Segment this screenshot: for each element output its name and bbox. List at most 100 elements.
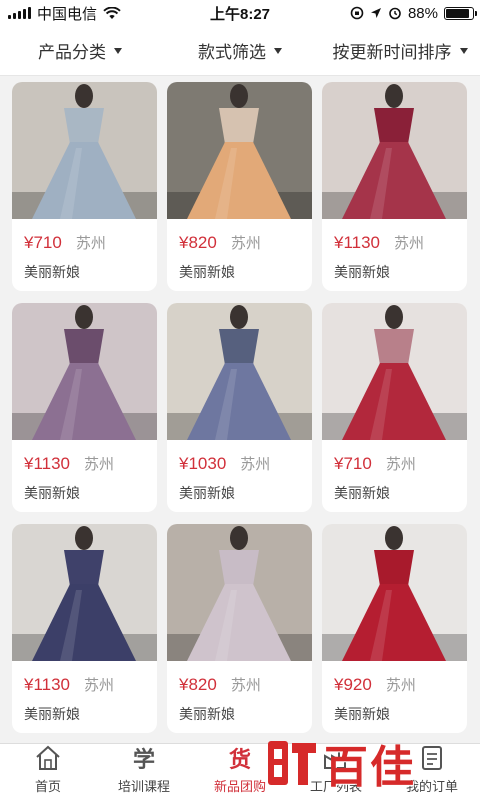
red-off-shoulder-gown-image — [322, 303, 467, 440]
status-bar: 中国电信 上午8:27 88% — [0, 0, 480, 26]
price-row: ¥1130 苏州 — [24, 453, 145, 474]
shop-name[interactable]: 美丽新娘 — [334, 262, 455, 282]
product-info: ¥1130 苏州 美丽新娘 — [12, 661, 157, 724]
product-photo[interactable] — [12, 303, 157, 440]
product-price: ¥710 — [24, 233, 62, 252]
product-photo[interactable] — [322, 82, 467, 219]
filter-style[interactable]: 款式筛选 — [160, 38, 320, 63]
alarm-icon — [389, 7, 401, 20]
caret-down-icon — [459, 47, 468, 54]
champagne-tiered-gown-image — [167, 82, 312, 219]
burgundy-v-neck-gown-image — [322, 82, 467, 219]
product-city: 苏州 — [394, 235, 425, 252]
price-row: ¥1130 苏州 — [24, 674, 145, 695]
price-row: ¥920 苏州 — [334, 674, 455, 695]
study-icon: 学 — [132, 747, 155, 772]
product-city: 苏州 — [84, 456, 115, 473]
shop-name[interactable]: 美丽新娘 — [334, 483, 455, 503]
product-price: ¥1130 — [334, 233, 381, 252]
tab-courses-label: 培训课程 — [117, 779, 170, 794]
price-row: ¥710 苏州 — [334, 453, 455, 474]
product-price: ¥920 — [334, 675, 372, 694]
product-info: ¥710 苏州 美丽新娘 — [12, 219, 157, 282]
caret-down-icon — [114, 47, 122, 54]
product-photo[interactable] — [167, 303, 312, 440]
price-row: ¥820 苏州 — [179, 232, 300, 253]
price-row: ¥1030 苏州 — [179, 453, 300, 474]
product-city: 苏州 — [75, 235, 106, 252]
shop-name[interactable]: 美丽新娘 — [179, 262, 300, 282]
tab-new-group-buy-label: 新品团购 — [213, 779, 266, 794]
rotation-lock-icon — [350, 6, 364, 20]
shop-name[interactable]: 美丽新娘 — [24, 704, 145, 724]
product-photo[interactable] — [12, 82, 157, 219]
product-card[interactable]: ¥1130 苏州 美丽新娘 — [322, 82, 467, 291]
product-city: 苏州 — [385, 456, 416, 473]
price-row: ¥820 苏州 — [179, 674, 300, 695]
product-card[interactable]: ¥710 苏州 美丽新娘 — [322, 303, 467, 512]
product-price: ¥820 — [179, 675, 217, 694]
sort-label: 按更新时间排序 — [332, 43, 452, 62]
goods-icon: 货 — [228, 747, 251, 772]
product-card[interactable]: ¥820 苏州 美丽新娘 — [167, 524, 312, 733]
product-card[interactable]: ¥1030 苏州 美丽新娘 — [167, 303, 312, 512]
product-price: ¥820 — [179, 233, 217, 252]
watermark-text: 百佳 — [324, 742, 416, 793]
shop-name[interactable]: 美丽新娘 — [179, 704, 300, 724]
product-price: ¥710 — [334, 454, 372, 473]
product-info: ¥710 苏州 美丽新娘 — [322, 440, 467, 503]
product-card[interactable]: ¥1130 苏州 美丽新娘 — [12, 303, 157, 512]
battery-percent: 88% — [407, 4, 438, 22]
product-info: ¥920 苏州 美丽新娘 — [322, 661, 467, 724]
product-city: 苏州 — [230, 677, 261, 694]
tab-home-label: 首页 — [34, 779, 61, 794]
product-photo[interactable] — [167, 524, 312, 661]
product-city: 苏州 — [230, 235, 261, 252]
filter-category-label: 产品分类 — [38, 43, 106, 62]
watermark: 百佳 — [264, 726, 474, 800]
product-card[interactable]: ¥820 苏州 美丽新娘 — [167, 82, 312, 291]
filter-style-label: 款式筛选 — [198, 43, 266, 62]
product-photo[interactable] — [322, 524, 467, 661]
caret-down-icon — [274, 47, 282, 54]
filter-category[interactable]: 产品分类 — [0, 38, 160, 63]
product-card[interactable]: ¥710 苏州 美丽新娘 — [12, 82, 157, 291]
product-price: ¥1130 — [24, 454, 71, 473]
product-info: ¥1130 苏州 美丽新娘 — [12, 440, 157, 503]
price-row: ¥710 苏州 — [24, 232, 145, 253]
tab-courses[interactable]: 学 培训课程 — [96, 744, 192, 800]
shop-name[interactable]: 美丽新娘 — [179, 483, 300, 503]
navy-cape-gown-image — [12, 524, 157, 661]
product-city: 苏州 — [240, 456, 271, 473]
location-icon — [370, 8, 381, 18]
sort-by-update-time[interactable]: 按更新时间排序 — [320, 38, 480, 63]
purple-tiered-gown-image — [12, 303, 157, 440]
product-photo[interactable] — [12, 524, 157, 661]
product-info: ¥820 苏州 美丽新娘 — [167, 661, 312, 724]
shop-name[interactable]: 美丽新娘 — [334, 704, 455, 724]
battery-icon — [444, 6, 477, 20]
product-city: 苏州 — [385, 677, 416, 694]
product-city: 苏州 — [84, 677, 115, 694]
product-price: ¥1030 — [179, 454, 227, 473]
product-card[interactable]: ¥920 苏州 美丽新娘 — [322, 524, 467, 733]
red-mermaid-gown-image — [322, 524, 467, 661]
light-blue-off-shoulder-gown-image — [12, 82, 157, 219]
shop-name[interactable]: 美丽新娘 — [24, 483, 145, 503]
filter-bar: 产品分类 款式筛选 按更新时间排序 — [0, 26, 480, 76]
price-row: ¥1130 苏州 — [334, 232, 455, 253]
tab-home[interactable]: 首页 — [0, 744, 96, 800]
shop-name[interactable]: 美丽新娘 — [24, 262, 145, 282]
product-info: ¥820 苏州 美丽新娘 — [167, 219, 312, 282]
blue-grey-sparkle-gown-image — [167, 303, 312, 440]
lavender-ruffle-gown-image — [167, 524, 312, 661]
product-grid: ¥710 苏州 美丽新娘 ¥820 苏州 美丽新娘 ¥1130 苏州 美丽新娘 … — [12, 82, 468, 733]
product-info: ¥1030 苏州 美丽新娘 — [167, 440, 312, 503]
home-icon — [34, 744, 62, 772]
status-right: 88% — [350, 4, 477, 22]
product-card[interactable]: ¥1130 苏州 美丽新娘 — [12, 524, 157, 733]
watermark-logo — [268, 741, 316, 785]
product-info: ¥1130 苏州 美丽新娘 — [322, 219, 467, 282]
product-photo[interactable] — [167, 82, 312, 219]
product-photo[interactable] — [322, 303, 467, 440]
